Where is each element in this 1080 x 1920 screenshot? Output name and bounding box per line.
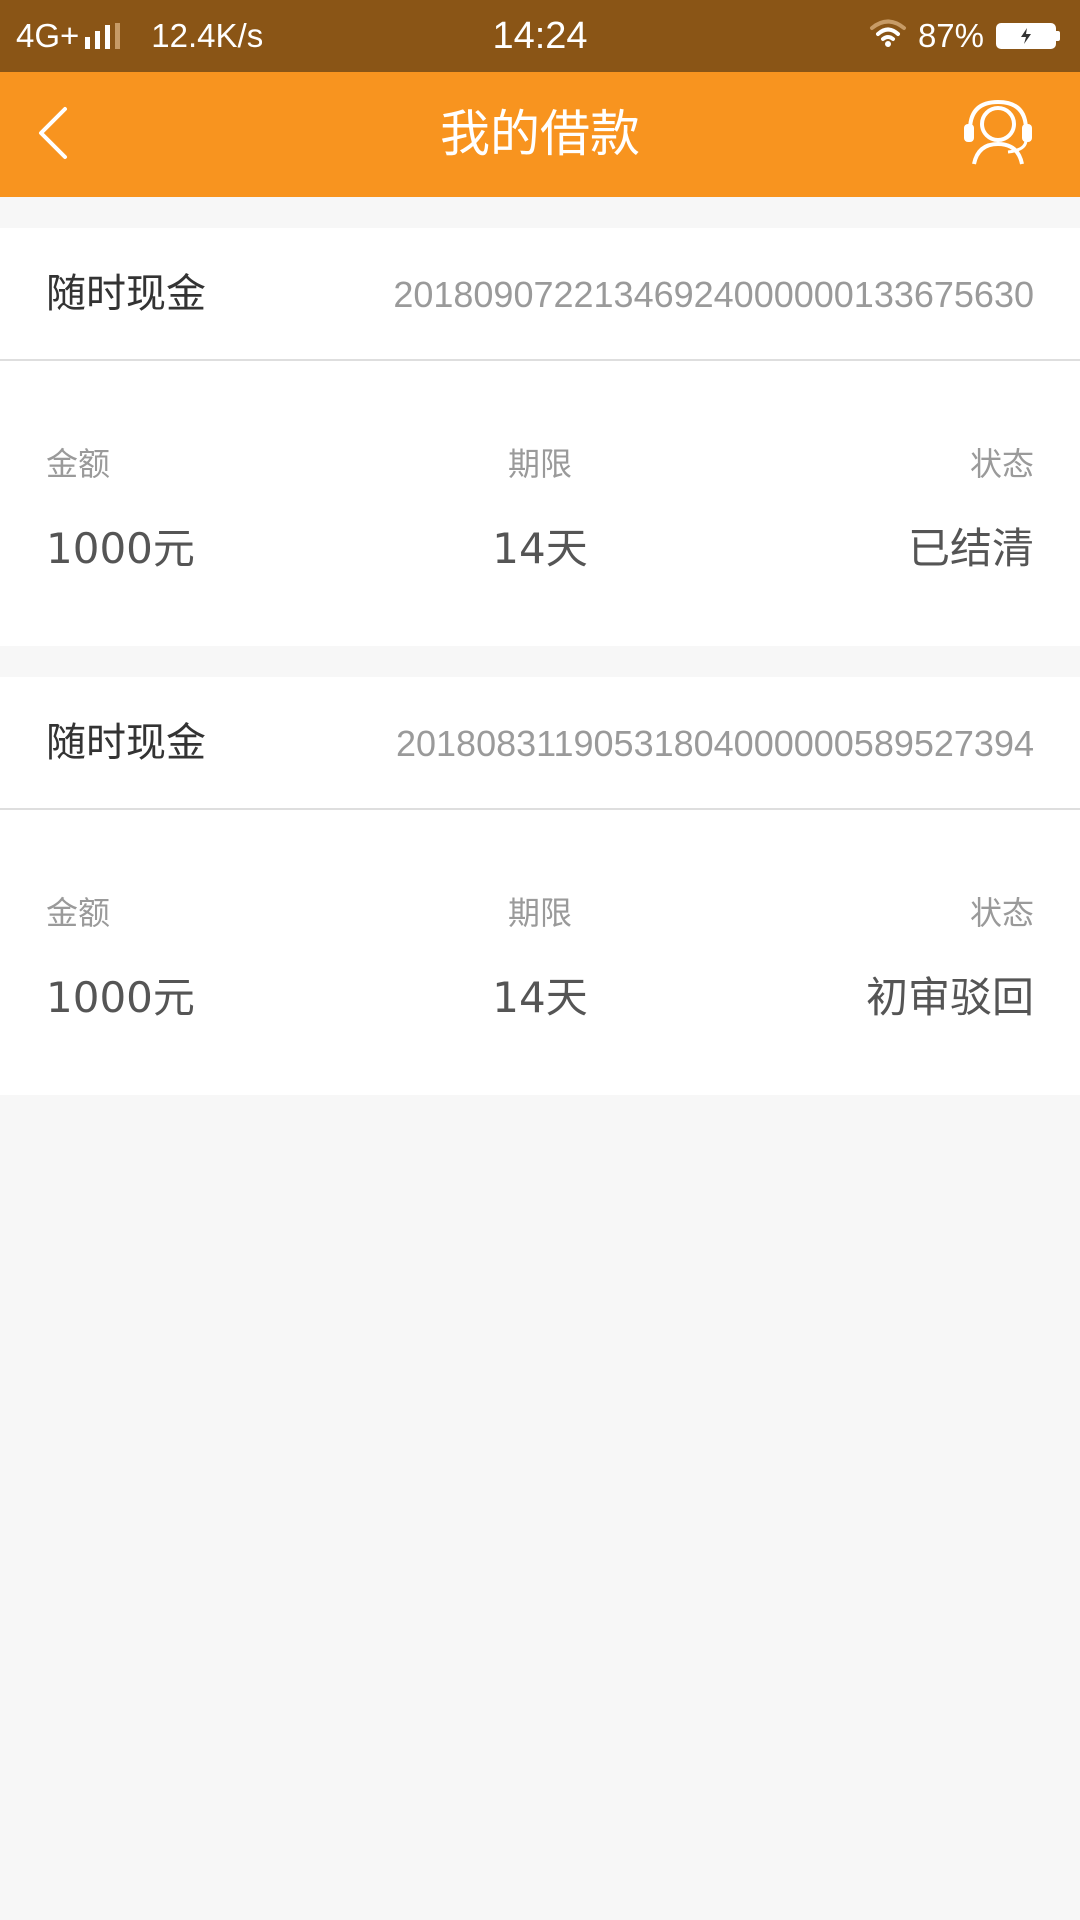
customer-service-button[interactable] bbox=[958, 94, 1038, 174]
status-label: 状态 bbox=[969, 445, 1034, 483]
term-label: 期限 bbox=[507, 445, 572, 483]
status-value: 已结清 bbox=[907, 524, 1034, 573]
screen: 4G+ 12.4K/s 14:24 87% 我的借款 随时现金 20180907… bbox=[0, 0, 1080, 1920]
term-label: 期限 bbox=[507, 894, 572, 932]
wifi-icon bbox=[868, 17, 908, 55]
status-bar: 4G+ 12.4K/s 14:24 87% bbox=[0, 0, 1080, 72]
status-label: 状态 bbox=[969, 894, 1034, 932]
order-number: 20180907221346924000000133675630 bbox=[393, 274, 1034, 315]
amount-value: 1000元 bbox=[46, 524, 195, 573]
amount-label: 金额 bbox=[46, 445, 111, 483]
loan-card[interactable]: 随时现金 20180907221346924000000133675630 金额… bbox=[0, 228, 1080, 646]
amount-label: 金额 bbox=[46, 894, 111, 932]
loan-card-body: 金额 1000元 期限 14天 状态 初审驳回 bbox=[0, 810, 1080, 1095]
term-value: 14天 bbox=[492, 524, 588, 573]
battery-icon bbox=[996, 23, 1060, 49]
product-name: 随时现金 bbox=[46, 720, 206, 766]
app-header: 我的借款 bbox=[0, 72, 1080, 197]
status-right: 87% bbox=[868, 0, 1060, 72]
product-name: 随时现金 bbox=[46, 271, 206, 317]
order-number: 20180831190531804000000589527394 bbox=[395, 723, 1034, 764]
loan-card-header: 随时现金 20180831190531804000000589527394 bbox=[0, 677, 1080, 810]
customer-service-headset-icon bbox=[960, 94, 1036, 174]
loan-card-header: 随时现金 20180907221346924000000133675630 bbox=[0, 228, 1080, 361]
page-title: 我的借款 bbox=[440, 105, 640, 163]
amount-value: 1000元 bbox=[46, 973, 195, 1022]
loan-card[interactable]: 随时现金 20180831190531804000000589527394 金额… bbox=[0, 677, 1080, 1095]
battery-percent: 87% bbox=[917, 17, 984, 54]
loan-card-body: 金额 1000元 期限 14天 状态 已结清 bbox=[0, 361, 1080, 646]
status-value: 初审驳回 bbox=[865, 973, 1034, 1022]
term-value: 14天 bbox=[492, 973, 588, 1022]
